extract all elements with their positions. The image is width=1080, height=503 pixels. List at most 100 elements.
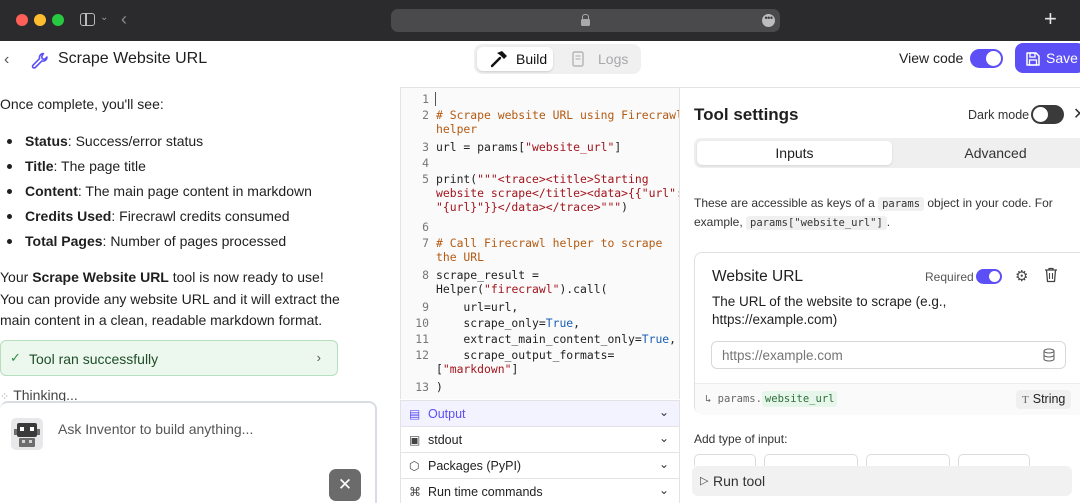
ready-message: Your Scrape Website URL tool is now read…	[0, 269, 340, 328]
code-editor[interactable]: 1 2 # Scrape website URL using Firecrawl…	[400, 87, 680, 399]
list-item: Credits Used: Firecrawl credits consumed	[7, 208, 312, 233]
line-number: 9	[422, 300, 429, 314]
close-window-button[interactable]	[16, 14, 28, 26]
code-line: # Call Firecrawl helper to scrape the UR…	[436, 236, 663, 264]
lock-icon	[581, 14, 590, 26]
line-number: 10	[415, 316, 429, 330]
tab-build[interactable]: Build	[477, 47, 553, 71]
code-line: url = params["website_url"]	[436, 140, 622, 154]
line-number: 2	[422, 108, 429, 122]
close-button[interactable]: ✕	[329, 469, 361, 501]
param-reference: ↳ params. website_url	[705, 391, 838, 407]
gear-icon[interactable]: ⚙	[1015, 267, 1028, 285]
line-number: 12	[415, 348, 429, 362]
input-title: Website URL	[712, 268, 804, 285]
back-arrow-icon[interactable]: ‹	[121, 9, 127, 30]
text-cursor	[435, 92, 436, 106]
tool-settings-title: Tool settings	[694, 105, 799, 124]
tab-advanced[interactable]: Advanced	[898, 141, 1080, 165]
inputs-description: These are accessible as keys of a params…	[694, 196, 1053, 230]
required-toggle[interactable]	[976, 269, 1002, 284]
chevron-down-icon: ⌄	[658, 405, 669, 419]
line-number: 6	[422, 220, 429, 234]
command-icon: ⌘	[409, 485, 421, 499]
line-number: 5	[422, 172, 429, 186]
tab-inputs[interactable]: Inputs	[697, 141, 892, 165]
new-tab-button[interactable]: +	[1044, 7, 1057, 31]
view-code-toggle[interactable]	[970, 49, 1003, 68]
text-type-icon: T	[1022, 394, 1029, 406]
chevron-down-icon: ⌄	[658, 483, 669, 497]
result-list: Status: Success/error status Title: The …	[7, 133, 312, 258]
hammer-icon	[490, 51, 507, 68]
run-time-commands-label: Run time commands	[428, 485, 543, 499]
save-button-label: Save	[1046, 50, 1078, 66]
chevron-down-icon: ⌄	[658, 457, 669, 471]
close-panel-icon[interactable]: ✕	[1073, 104, 1080, 124]
stdout-section[interactable]: ▣ stdout ⌄	[400, 426, 680, 452]
app-header: ‹ Scrape Website URL Build Logs View cod…	[0, 41, 1080, 87]
browser-toolbar: ⌄ ‹ ••• +	[0, 0, 1080, 41]
robot-avatar-icon	[11, 418, 43, 450]
build-logs-switch: Build Logs	[474, 44, 641, 74]
zoom-window-button[interactable]	[52, 14, 64, 26]
website-url-default-input[interactable]	[711, 341, 1066, 369]
code-line: scrape_only=True,	[436, 316, 581, 330]
input-type-option[interactable]	[694, 454, 756, 466]
chevron-down-icon[interactable]: ⌄	[100, 12, 108, 23]
input-card-footer: ↳ params. website_url T String	[695, 383, 1080, 415]
tool-settings-panel: Tool settings Dark mode ✕ Inputs Advance…	[680, 87, 1080, 503]
input-type-option[interactable]	[866, 454, 950, 466]
composer-placeholder[interactable]: Ask Inventor to build anything...	[58, 421, 253, 437]
input-description: The URL of the website to scrape (e.g., …	[712, 294, 947, 327]
floppy-disk-icon	[1026, 52, 1040, 66]
input-type-option[interactable]	[958, 454, 1030, 466]
back-chevron-icon[interactable]: ‹	[4, 51, 9, 69]
dark-mode-toggle[interactable]	[1031, 105, 1064, 124]
input-type-option[interactable]	[764, 454, 858, 466]
settings-tabs: Inputs Advanced	[694, 138, 1080, 168]
chat-panel: Once complete, you'll see: Status: Succe…	[0, 87, 398, 503]
line-number: 4	[422, 156, 429, 170]
corner-arrow-icon: ↳	[705, 393, 718, 405]
run-tool-label: Run tool	[713, 473, 766, 489]
type-badge[interactable]: T String	[1016, 390, 1072, 409]
line-number: 7	[422, 236, 429, 250]
list-item: Total Pages: Number of pages processed	[7, 233, 312, 258]
terminal-icon: ▣	[409, 433, 421, 447]
input-card-website-url: Website URL Required ⚙ The URL of the we…	[694, 252, 1080, 415]
output-section[interactable]: ▤ Output ⌄	[400, 400, 680, 426]
code-line: # Scrape website URL using Firecrawl hel…	[436, 108, 680, 136]
database-icon[interactable]	[1043, 348, 1055, 362]
input-type-options	[694, 452, 1080, 466]
run-tool-button[interactable]: ▷ Run tool	[692, 466, 1072, 496]
tab-build-label: Build	[516, 51, 548, 67]
view-code-label: View code	[899, 50, 964, 66]
tool-ran-successfully-card[interactable]: ✓ Tool ran successfully ›	[0, 340, 338, 376]
code-line: )	[436, 380, 443, 394]
tab-logs-label: Logs	[598, 51, 629, 67]
sidebar-toggle-icon[interactable]	[80, 13, 95, 26]
minimize-window-button[interactable]	[34, 14, 46, 26]
address-bar[interactable]: •••	[391, 9, 780, 32]
chat-composer[interactable]: Ask Inventor to build anything... ✕	[0, 401, 377, 503]
dark-mode-label: Dark mode	[968, 108, 1030, 122]
add-type-label: Add type of input:	[694, 432, 788, 446]
output-label: Output	[428, 407, 466, 421]
page-title: Scrape Website URL	[58, 50, 208, 67]
code-line: scrape_result = Helper("firecrawl").call…	[436, 268, 608, 296]
list-item: Content: The main page content in markdo…	[7, 183, 312, 208]
chat-intro: Once complete, you'll see:	[0, 96, 164, 112]
packages-section[interactable]: ⬡ Packages (PyPI) ⌄	[400, 452, 680, 478]
wrench-icon	[31, 52, 48, 69]
line-number: 8	[422, 268, 429, 282]
play-icon: ▷	[700, 475, 709, 487]
save-button[interactable]: Save	[1015, 43, 1080, 73]
trash-icon[interactable]	[1044, 267, 1058, 283]
line-number: 3	[422, 140, 429, 154]
more-options-icon[interactable]: •••	[762, 14, 775, 27]
list-item: Status: Success/error status	[7, 133, 312, 158]
output-icon: ▤	[409, 407, 421, 421]
chevron-down-icon: ⌄	[658, 431, 669, 445]
run-time-commands-section[interactable]: ⌘ Run time commands ⌄	[400, 478, 680, 503]
